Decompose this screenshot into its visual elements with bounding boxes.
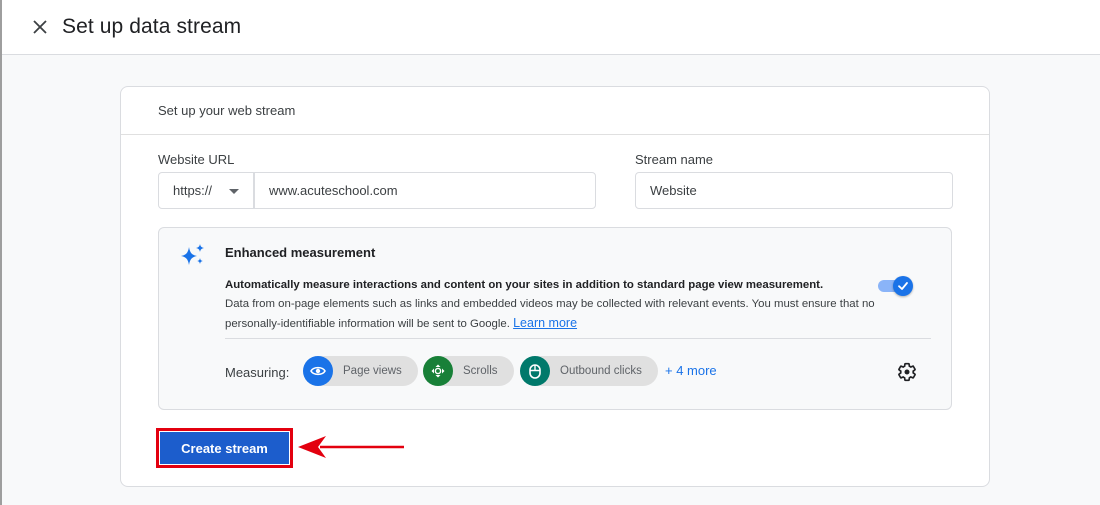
chip-label: Scrolls xyxy=(463,365,498,377)
stream-name-input[interactable] xyxy=(635,172,953,209)
close-button[interactable] xyxy=(30,17,50,37)
chip-outbound-clicks[interactable]: Outbound clicks xyxy=(520,356,658,386)
chevron-down-icon xyxy=(229,189,239,194)
scroll-icon xyxy=(423,356,453,386)
measuring-label: Measuring: xyxy=(225,365,290,380)
card-title: Set up your web stream xyxy=(121,87,989,135)
web-stream-card: Set up your web stream Website URL https… xyxy=(120,86,990,487)
page-title: Set up data stream xyxy=(62,15,242,38)
chip-label: Page views xyxy=(343,365,402,377)
chip-scrolls[interactable]: Scrolls xyxy=(423,356,514,386)
top-bar: Set up data stream xyxy=(2,0,1100,55)
learn-more-link[interactable]: Learn more xyxy=(513,316,577,330)
more-measurements-link[interactable]: + 4 more xyxy=(665,363,717,378)
website-url-input[interactable] xyxy=(254,172,596,209)
enhanced-measurement-toggle[interactable] xyxy=(878,276,913,296)
enhanced-measurement-panel: Enhanced measurement Automatically measu… xyxy=(158,227,952,410)
mouse-icon xyxy=(520,356,550,386)
enhanced-measurement-title: Enhanced measurement xyxy=(225,245,376,260)
stream-name-label: Stream name xyxy=(635,152,714,167)
website-url-label: Website URL xyxy=(158,152,235,167)
divider xyxy=(225,338,931,339)
create-stream-button[interactable]: Create stream xyxy=(160,432,289,464)
check-icon xyxy=(898,282,908,290)
protocol-value: https:// xyxy=(173,183,213,198)
close-icon xyxy=(33,20,47,34)
chip-page-views[interactable]: Page views xyxy=(303,356,418,386)
protocol-select[interactable]: https:// xyxy=(158,172,254,209)
arrow-annotation xyxy=(298,436,404,458)
chip-label: Outbound clicks xyxy=(560,365,642,377)
create-stream-highlight: Create stream xyxy=(156,428,293,468)
eye-icon xyxy=(303,356,333,386)
gear-icon[interactable] xyxy=(897,362,917,382)
enhanced-measurement-description: Automatically measure interactions and c… xyxy=(225,276,875,334)
toggle-thumb xyxy=(893,276,913,296)
sparkle-icon xyxy=(181,244,204,265)
description-bold: Automatically measure interactions and c… xyxy=(225,279,824,291)
